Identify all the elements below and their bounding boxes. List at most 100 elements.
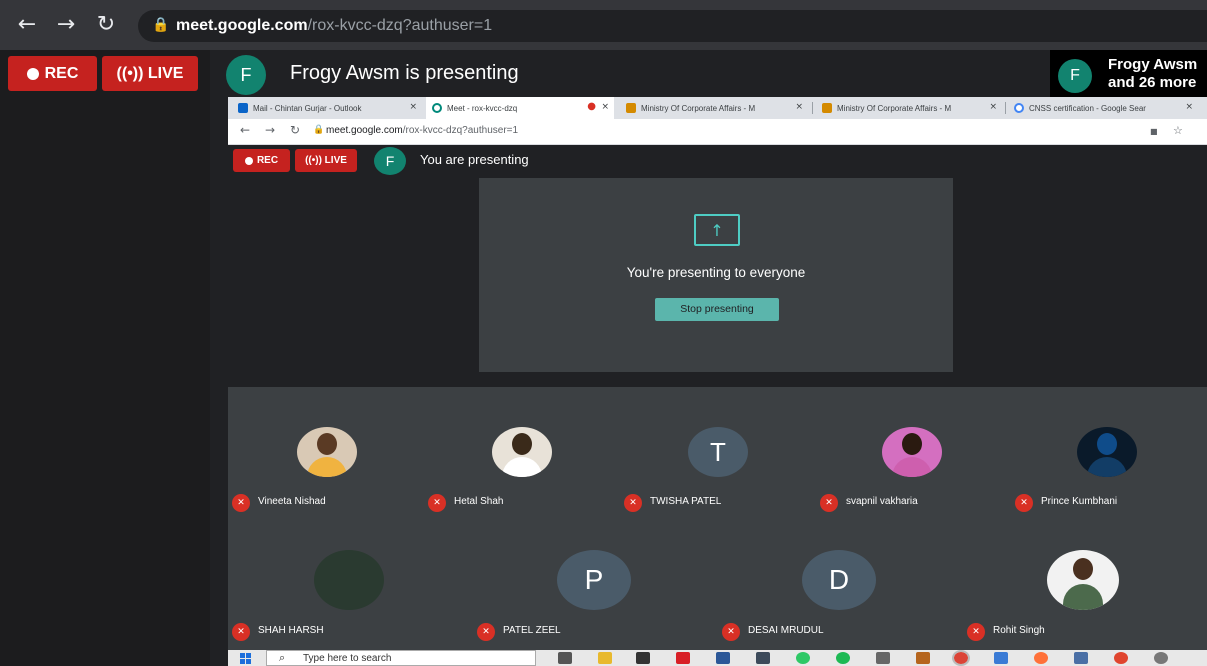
app-icon[interactable]	[756, 652, 770, 664]
presenter-avatar: F	[226, 55, 266, 95]
windows-start-icon[interactable]	[240, 653, 251, 664]
participant-tile[interactable]: ✕ SHAH HARSH	[232, 548, 422, 658]
live-label: ((•)) LIVE	[116, 64, 184, 82]
google-icon	[1014, 103, 1024, 113]
search-icon: ⌕	[279, 651, 286, 664]
reload-icon[interactable]: ↻	[93, 12, 119, 38]
firefox-icon[interactable]	[1034, 652, 1048, 664]
participant-tile[interactable]: ✕ Hetal Shah	[428, 427, 618, 537]
participant-tile[interactable]: D ✕ DESAI MRUDUL	[722, 548, 912, 658]
body-shape	[892, 457, 932, 477]
emblem-icon	[626, 103, 636, 113]
lock-icon[interactable]: 🔒	[152, 17, 169, 33]
rec-label: REC	[44, 64, 79, 82]
participant-tile[interactable]: T ✕ TWISHA PATEL	[624, 427, 814, 537]
live-badge: ((•)) LIVE	[102, 56, 198, 91]
inner-meet-header: REC ((•)) LIVE F You are presenting	[228, 145, 1207, 177]
camera-icon[interactable]: ■	[1150, 127, 1158, 136]
url-text[interactable]: meet.google.com/rox-kvcc-dzq?authuser=1	[176, 17, 492, 35]
mic-off-icon: ✕	[477, 623, 495, 641]
tab-mca-2[interactable]: Ministry Of Corporate Affairs - M ×	[816, 97, 1002, 119]
mic-off-icon: ✕	[428, 494, 446, 512]
app-icon[interactable]	[796, 652, 810, 664]
back-arrow-icon[interactable]: ←	[14, 12, 40, 38]
shared-browser-window: Mail - Chintan Gurjar - Outlook × Meet -…	[228, 97, 1207, 666]
url-path: /rox-kvcc-dzq?authuser=1	[402, 125, 519, 136]
participant-avatar: P	[557, 550, 631, 610]
mic-off-icon: ✕	[967, 623, 985, 641]
tab-mail[interactable]: Mail - Chintan Gurjar - Outlook ×	[232, 97, 422, 119]
tab-label: Meet - rox-kvcc-dzq	[447, 103, 518, 113]
participant-tile[interactable]: ✕ Prince Kumbhani	[1015, 427, 1205, 537]
inner-browser-toolbar: ← → ↻ 🔒 meet.google.com/rox-kvcc-dzq?aut…	[228, 119, 1207, 145]
participant-tile[interactable]: ✕ Rohit Singh	[967, 548, 1157, 658]
participant-name: TWISHA PATEL	[650, 496, 722, 507]
app-icon[interactable]	[994, 652, 1008, 664]
app-icon[interactable]	[716, 652, 730, 664]
app-icon[interactable]	[1154, 652, 1168, 664]
mic-off-icon: ✕	[232, 623, 250, 641]
tab-label: CNSS certification - Google Sear	[1029, 103, 1146, 113]
close-icon[interactable]: ×	[1185, 102, 1193, 112]
forward-arrow-icon[interactable]: →	[53, 12, 79, 38]
stop-presenting-button[interactable]: Stop presenting	[655, 298, 779, 321]
left-panel	[0, 50, 210, 666]
logo-tile	[240, 653, 245, 658]
emblem-icon	[822, 103, 832, 113]
back-arrow-icon[interactable]: ←	[240, 123, 250, 137]
mic-off-icon: ✕	[1015, 494, 1033, 512]
participant-name: svapnil vakharia	[846, 496, 918, 507]
mic-off-icon: ✕	[624, 494, 642, 512]
chrome-icon[interactable]	[952, 650, 970, 666]
netflix-icon[interactable]	[676, 652, 690, 664]
close-icon[interactable]: ×	[989, 102, 997, 112]
spotify-icon[interactable]	[836, 652, 850, 664]
file-explorer-icon[interactable]	[598, 652, 612, 664]
tab-google-search[interactable]: CNSS certification - Google Sear ×	[1008, 97, 1198, 119]
outer-browser-toolbar: ← → ↻ 🔒 meet.google.com/rox-kvcc-dzq?aut…	[0, 0, 1207, 50]
store-icon[interactable]	[636, 652, 650, 664]
participant-tile[interactable]: P ✕ PATEL ZEEL	[477, 548, 667, 658]
close-icon[interactable]: ×	[409, 102, 417, 112]
participant-tile[interactable]: ✕ svapnil vakharia	[820, 427, 1010, 537]
search-placeholder: Type here to search	[303, 653, 392, 664]
body-shape	[307, 457, 347, 477]
mic-off-icon: ✕	[722, 623, 740, 641]
close-icon[interactable]: ×	[601, 102, 609, 112]
rec-badge: REC	[8, 56, 97, 91]
tab-separator	[812, 102, 813, 114]
taskbar-search-box[interactable]: ⌕ Type here to search	[266, 650, 536, 666]
app-icon[interactable]	[916, 652, 930, 664]
participant-tile[interactable]: ✕ Vineeta Nishad	[232, 427, 422, 537]
participant-photo	[314, 550, 384, 610]
tab-meet[interactable]: Meet - rox-kvcc-dzq ● ×	[426, 97, 614, 119]
app-icon[interactable]	[1074, 652, 1088, 664]
reload-icon[interactable]: ↻	[290, 123, 300, 137]
app-icon[interactable]	[876, 652, 890, 664]
tab-label: Ministry Of Corporate Affairs - M	[641, 103, 756, 113]
head-shape	[1073, 558, 1093, 580]
head-shape	[902, 433, 922, 455]
participant-name: Hetal Shah	[454, 496, 504, 507]
participants-card[interactable]: F Frogy Awsm and 26 more	[1050, 50, 1207, 100]
url-text[interactable]: meet.google.com/rox-kvcc-dzq?authuser=1	[326, 125, 518, 136]
task-view-icon[interactable]	[558, 652, 572, 664]
inner-tab-strip: Mail - Chintan Gurjar - Outlook × Meet -…	[228, 97, 1207, 119]
star-icon[interactable]: ☆	[1173, 124, 1183, 137]
close-icon[interactable]: ×	[795, 102, 803, 112]
forward-arrow-icon[interactable]: →	[265, 123, 275, 137]
logo-tile	[240, 659, 245, 664]
recording-dot-icon: ●	[587, 101, 596, 112]
participant-name: Prince Kumbhani	[1041, 496, 1118, 507]
lock-icon[interactable]: 🔒	[313, 125, 324, 135]
body-shape	[502, 457, 542, 477]
tab-mca-1[interactable]: Ministry Of Corporate Affairs - M ×	[620, 97, 808, 119]
record-dot-icon	[244, 156, 253, 165]
participants-card-avatar: F	[1058, 59, 1092, 93]
participant-grid: ✕ Vineeta Nishad ✕ Hetal Shah T ✕ TWISHA…	[228, 387, 1207, 666]
address-bar[interactable]: 🔒 meet.google.com/rox-kvcc-dzq?authuser=…	[138, 10, 1207, 42]
url-host: meet.google.com	[326, 125, 403, 136]
app-icon[interactable]	[1114, 652, 1128, 664]
outlook-icon	[238, 103, 248, 113]
windows-taskbar: ⌕ Type here to search	[228, 650, 1207, 666]
